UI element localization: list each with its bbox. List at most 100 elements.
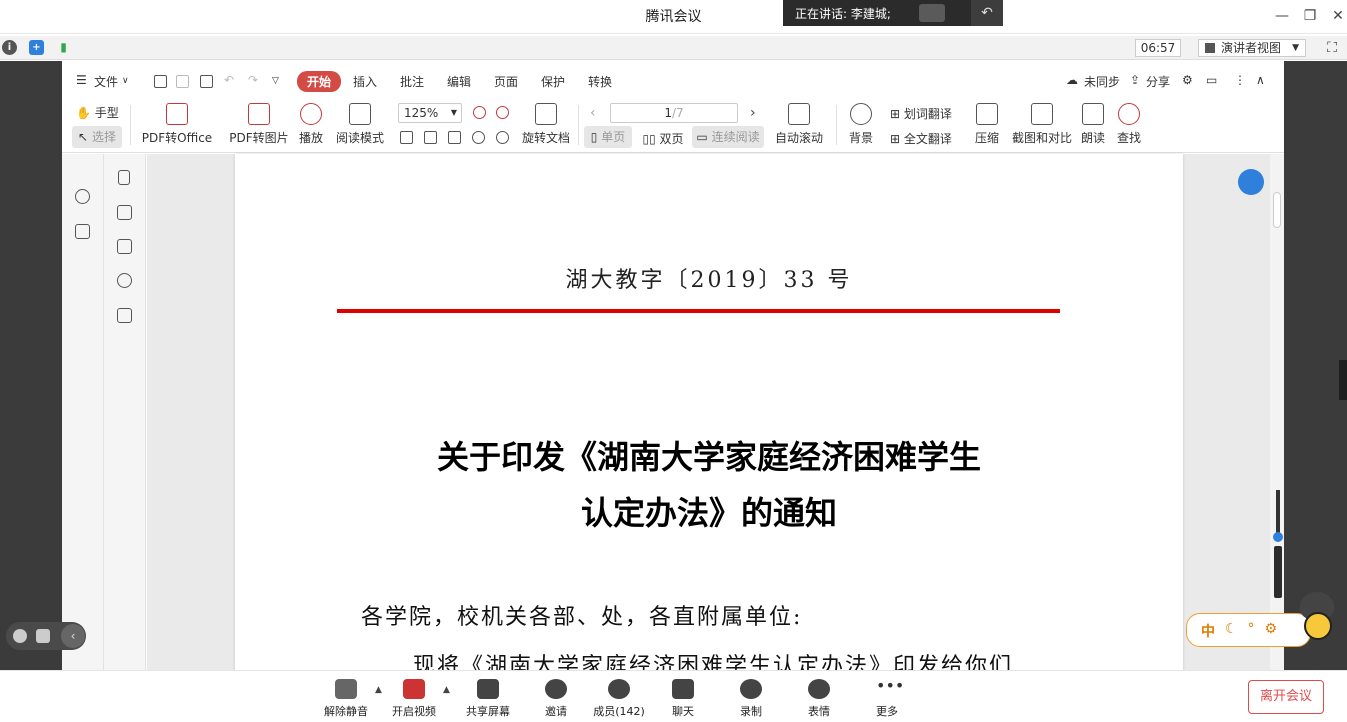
compress-button[interactable]: 压缩 [974, 103, 1000, 146]
security-shield-icon[interactable]: + [29, 40, 44, 55]
quick-access-dropdown-icon[interactable]: ▽ [272, 76, 279, 86]
tab-page[interactable]: 页面 [494, 73, 518, 90]
ime-toolbar[interactable]: 中 ☾°⚙ [1186, 613, 1311, 647]
comment-icon[interactable] [117, 239, 132, 254]
fit-page-icon[interactable] [424, 131, 437, 144]
video-options-caret-icon[interactable]: ▲ [443, 685, 450, 695]
attachment-icon[interactable] [117, 273, 132, 288]
settings-icon[interactable]: ⚙ [1182, 73, 1193, 87]
rotate-document-button[interactable]: 旋转文档 [522, 103, 570, 146]
full-translate-button[interactable]: ⊞ 全文翻译 [890, 130, 952, 147]
close-button[interactable]: ✕ [1326, 6, 1347, 26]
rotate-left-icon[interactable] [472, 131, 485, 144]
volume-knob[interactable] [1273, 532, 1283, 542]
chat-float-icon[interactable] [36, 629, 50, 643]
cloud-sync-icon[interactable]: ☁ [1066, 73, 1078, 87]
zoom-select[interactable]: 125% ▼ [398, 103, 462, 123]
undo-icon[interactable]: ↶ [224, 73, 234, 87]
volume-slider[interactable] [1272, 490, 1284, 598]
pdf-to-office-button[interactable]: PDF转Office [140, 103, 214, 146]
share-icon[interactable]: ⇪ [1130, 73, 1140, 87]
single-page-button[interactable]: ▯ 单页 [584, 126, 632, 148]
ime-mascot-icon[interactable] [1294, 590, 1340, 646]
save-icon[interactable] [176, 75, 189, 88]
tab-start[interactable]: 开始 [297, 71, 342, 92]
word-translate-button[interactable]: ⊞ 划词翻译 [890, 105, 952, 122]
minimize-button[interactable]: — [1270, 6, 1294, 26]
select-tool-button[interactable]: ↖ 选择 [72, 126, 122, 148]
background-button[interactable]: 背景 [846, 103, 876, 146]
feedback-icon[interactable]: ▭ [1206, 73, 1217, 87]
tab-protect[interactable]: 保护 [541, 73, 565, 90]
sync-scroll-icon[interactable] [1238, 169, 1264, 195]
tab-edit[interactable]: 编辑 [447, 73, 471, 90]
back-arrow-icon[interactable]: ↶ [971, 0, 1003, 26]
more-options-icon[interactable]: ⋮ [1234, 73, 1246, 87]
prev-page-icon[interactable]: ‹ [590, 105, 596, 121]
zoom-in-icon[interactable] [496, 106, 509, 119]
side-collapse-tab[interactable] [1339, 360, 1347, 400]
restore-button[interactable]: ❐ [1298, 6, 1322, 26]
capture-compare-button[interactable]: 截图和对比 [1012, 103, 1072, 146]
camera-off-icon [403, 679, 425, 699]
bookmark-icon[interactable] [118, 170, 130, 185]
share-label[interactable]: 分享 [1146, 73, 1170, 90]
find-label: 查找 [1116, 131, 1141, 145]
auto-scroll-button[interactable]: 自动滚动 [772, 103, 826, 146]
double-page-button[interactable]: ▯▯ 双页 [636, 130, 690, 147]
pdf-to-image-button[interactable]: PDF转图片 [229, 103, 289, 146]
zoom-out-icon[interactable] [473, 106, 486, 119]
share-screen-button[interactable]: 共享屏幕 [464, 679, 512, 719]
unsynced-label[interactable]: 未同步 [1084, 73, 1120, 90]
thumbnail-icon[interactable] [117, 205, 132, 220]
tab-convert[interactable]: 转换 [588, 73, 612, 90]
page-number-input[interactable]: 1/7 [610, 103, 738, 123]
actual-size-icon[interactable] [400, 131, 413, 144]
chevron-down-icon[interactable]: ∨ [122, 76, 129, 86]
find-button[interactable]: 查找 [1116, 103, 1142, 146]
fullscreen-icon[interactable]: ⛶ [1323, 39, 1341, 57]
menu-file[interactable]: 文件 [94, 73, 118, 90]
read-mode-button[interactable]: 阅读模式 [336, 103, 384, 146]
signal-icon[interactable]: ▮ [56, 40, 71, 55]
right-dark-band [1284, 61, 1347, 670]
scrollbar-thumb[interactable] [1273, 192, 1281, 228]
search-doc-icon[interactable] [75, 189, 90, 204]
open-folder-icon[interactable] [154, 75, 167, 88]
continuous-read-button[interactable]: ▭ 连续阅读 [692, 126, 764, 148]
presenter-view-dropdown[interactable]: 演讲者视图 ▼ [1198, 39, 1306, 57]
hand-tool-button[interactable]: ✋ 手型 [76, 104, 119, 121]
info-icon[interactable]: i [2, 40, 17, 55]
emoji-button[interactable]: 表情 [804, 679, 834, 719]
play-button[interactable]: 播放 [298, 103, 324, 146]
translate-panel-icon[interactable] [75, 224, 90, 239]
signature-icon[interactable] [117, 308, 132, 323]
tab-insert[interactable]: 插入 [353, 73, 377, 90]
chevron-left-icon[interactable]: ‹ [61, 624, 85, 648]
wps-pdf-window: ☰ 文件 ∨ ↶ ↷ ▽ 开始 插入 批注 编辑 页面 保护 转换 ☁ 未同步 … [62, 61, 1284, 670]
next-page-icon[interactable]: › [750, 105, 756, 121]
ime-chinese-mode-icon[interactable]: 中 [1201, 621, 1215, 641]
leave-meeting-button[interactable]: 离开会议 [1248, 680, 1324, 714]
tab-annotate[interactable]: 批注 [400, 73, 424, 90]
video-button[interactable]: 开启视频 [390, 679, 438, 719]
emoji-float-icon[interactable] [13, 629, 27, 643]
volume-meter [1274, 546, 1282, 598]
read-aloud-icon [1082, 103, 1104, 125]
record-button[interactable]: 录制 [736, 679, 766, 719]
collapse-ribbon-icon[interactable]: ∧ [1256, 73, 1265, 87]
rotate-right-icon[interactable] [496, 131, 509, 144]
members-button[interactable]: 成员(142) [592, 679, 646, 719]
print-icon[interactable] [200, 75, 213, 88]
ime-options-icons[interactable]: ☾°⚙ [1225, 621, 1287, 637]
read-aloud-button[interactable]: 朗读 [1080, 103, 1106, 146]
audio-options-caret-icon[interactable]: ▲ [375, 685, 382, 695]
invite-button[interactable]: 邀请 [540, 679, 572, 719]
chat-button[interactable]: 聊天 [668, 679, 698, 719]
unmute-button[interactable]: 解除静音 [322, 679, 370, 719]
redo-icon[interactable]: ↷ [248, 73, 258, 87]
document-canvas[interactable]: 湖大教字〔2019〕33 号 关于印发《湖南大学家庭经济困难学生 认定办法》的通… [147, 154, 1284, 670]
hamburger-icon[interactable]: ☰ [76, 73, 87, 87]
fit-width-icon[interactable] [448, 131, 461, 144]
more-button[interactable]: ••• 更多 [872, 678, 904, 719]
